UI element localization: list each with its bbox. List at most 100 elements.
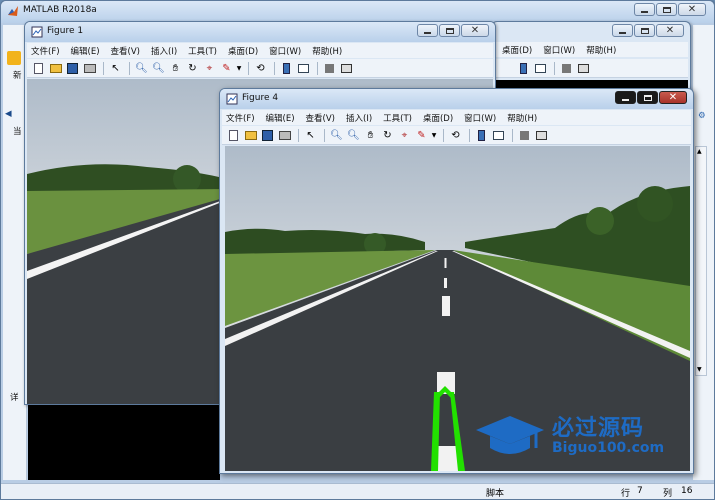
toolbar-separator	[554, 61, 555, 75]
open-file-icon[interactable]	[48, 61, 63, 76]
figure1-maximize-button[interactable]	[439, 24, 460, 37]
menu-edit[interactable]: 编辑(E)	[71, 45, 100, 57]
hide-plot-tools-icon[interactable]	[517, 128, 532, 143]
status-col-label: 列	[663, 489, 673, 499]
scrollbar[interactable]: ▲ ▼	[695, 146, 707, 376]
menu-insert[interactable]: 插入(I)	[151, 45, 177, 57]
menu-window[interactable]: 窗口(W)	[464, 112, 496, 124]
figure1-minimize-button[interactable]	[417, 24, 438, 37]
figure4-close-button[interactable]: ✕	[659, 91, 687, 104]
minimize-icon	[424, 32, 431, 34]
watermark-cn: 必过源码	[552, 416, 645, 441]
bg-menubar: 桌面(D) 窗口(W) 帮助(H)	[494, 42, 688, 57]
edit-plot-icon[interactable]: ↖	[108, 61, 123, 76]
matlab-title: MATLAB R2018a	[23, 5, 97, 15]
menu-help[interactable]: 帮助(H)	[312, 45, 342, 57]
figure1-title: Figure 1	[47, 26, 84, 36]
link-plot-icon[interactable]: ⟲	[448, 128, 463, 143]
brush-icon[interactable]: ✎	[414, 128, 429, 143]
figure1-close-button[interactable]: ✕	[461, 24, 489, 37]
minimize-button[interactable]	[634, 3, 655, 16]
new-figure-icon[interactable]	[226, 128, 241, 143]
bg-menu-desktop[interactable]: 桌面(D)	[502, 44, 532, 56]
menu-file[interactable]: 文件(F)	[31, 45, 60, 57]
maximize-icon	[445, 27, 454, 34]
brush-dropdown-icon[interactable]: ▼	[431, 128, 437, 143]
dock-icon[interactable]	[516, 61, 531, 76]
matlab-titlebar: MATLAB R2018a ✕	[1, 1, 714, 23]
new-label: 新	[13, 71, 22, 81]
figure1-menubar: 文件(F) 编辑(E) 查看(V) 插入(I) 工具(T) 桌面(D) 窗口(W…	[27, 43, 493, 58]
hide-plot-tools-icon[interactable]	[322, 61, 337, 76]
bg-minimize-button[interactable]	[612, 24, 633, 37]
maximize-icon	[640, 27, 649, 34]
scroll-down-icon[interactable]: ▼	[697, 366, 705, 374]
menu-insert[interactable]: 插入(I)	[346, 112, 372, 124]
show-plot-tools-icon[interactable]	[339, 61, 354, 76]
command-window-dark-area	[28, 405, 220, 480]
scroll-up-icon[interactable]: ▲	[697, 148, 705, 156]
legend-icon[interactable]	[533, 61, 548, 76]
brush-dropdown-icon[interactable]: ▼	[236, 61, 242, 76]
bg-close-button[interactable]: ✕	[656, 24, 684, 37]
dock-icon[interactable]	[279, 61, 294, 76]
brush-icon[interactable]: ✎	[219, 61, 234, 76]
bg-menu-window[interactable]: 窗口(W)	[543, 44, 575, 56]
data-cursor-icon[interactable]: ⌖	[202, 61, 217, 76]
print-icon[interactable]	[277, 128, 292, 143]
show-plot-tools-icon[interactable]	[534, 128, 549, 143]
link-plot-icon[interactable]: ⟲	[253, 61, 268, 76]
menu-file[interactable]: 文件(F)	[226, 112, 255, 124]
toolbar-separator	[298, 128, 299, 142]
figure4-titlebar: Figure 4 ✕	[220, 89, 693, 109]
close-icon: ✕	[668, 91, 678, 103]
figure4-minimize-button[interactable]	[615, 91, 636, 104]
dock-icon[interactable]	[474, 128, 489, 143]
print-icon[interactable]	[82, 61, 97, 76]
open-file-icon[interactable]	[243, 128, 258, 143]
bg-menu-help[interactable]: 帮助(H)	[586, 44, 616, 56]
figure4-menubar: 文件(F) 编辑(E) 查看(V) 插入(I) 工具(T) 桌面(D) 窗口(W…	[222, 110, 691, 125]
zoom-out-icon[interactable]: 🔍︎	[346, 128, 361, 143]
rotate-3d-icon[interactable]: ↻	[380, 128, 395, 143]
menu-view[interactable]: 查看(V)	[111, 45, 140, 57]
status-row-label: 行	[621, 489, 631, 499]
zoom-in-icon[interactable]: 🔍︎	[329, 128, 344, 143]
gear-icon[interactable]: ⚙	[698, 111, 706, 121]
save-icon[interactable]	[260, 128, 275, 143]
hide-plot-tools-icon[interactable]	[559, 61, 574, 76]
menu-desktop[interactable]: 桌面(D)	[228, 45, 258, 57]
bg-maximize-button[interactable]	[634, 24, 655, 37]
status-col: 16	[681, 486, 693, 496]
menu-edit[interactable]: 编辑(E)	[266, 112, 295, 124]
watermark-en: Biguo100.com	[552, 440, 665, 456]
edit-plot-icon[interactable]: ↖	[303, 128, 318, 143]
new-script-icon[interactable]	[7, 51, 21, 65]
save-icon[interactable]	[65, 61, 80, 76]
menu-window[interactable]: 窗口(W)	[269, 45, 301, 57]
data-cursor-icon[interactable]: ⌖	[397, 128, 412, 143]
close-icon: ✕	[470, 24, 480, 36]
maximize-button[interactable]	[656, 3, 677, 16]
zoom-in-icon[interactable]: 🔍︎	[134, 61, 149, 76]
show-plot-tools-icon[interactable]	[576, 61, 591, 76]
legend-icon[interactable]	[296, 61, 311, 76]
menu-view[interactable]: 查看(V)	[306, 112, 335, 124]
toolbar-separator	[274, 61, 275, 75]
legend-icon[interactable]	[491, 128, 506, 143]
menu-tools[interactable]: 工具(T)	[383, 112, 412, 124]
back-arrow-icon[interactable]: ◀	[5, 109, 12, 119]
rotate-3d-icon[interactable]: ↻	[185, 61, 200, 76]
minimize-icon	[641, 11, 648, 13]
menu-help[interactable]: 帮助(H)	[507, 112, 537, 124]
new-figure-icon[interactable]	[31, 61, 46, 76]
pan-icon[interactable]: ✋︎	[168, 61, 183, 76]
zoom-out-icon[interactable]: 🔍︎	[151, 61, 166, 76]
toolbar-separator	[443, 128, 444, 142]
close-button[interactable]: ✕	[678, 3, 706, 16]
pan-icon[interactable]: ✋︎	[363, 128, 378, 143]
menu-desktop[interactable]: 桌面(D)	[423, 112, 453, 124]
figure4-maximize-button[interactable]	[637, 91, 658, 104]
menu-tools[interactable]: 工具(T)	[188, 45, 217, 57]
minimize-icon	[619, 32, 626, 34]
